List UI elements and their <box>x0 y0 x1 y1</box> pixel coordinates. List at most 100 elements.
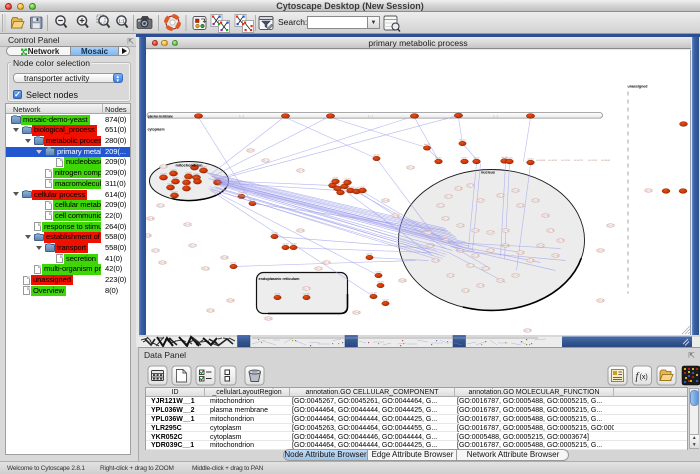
svg-text:lab.45: lab.45 <box>282 243 289 245</box>
svg-text:lab.97: lab.97 <box>334 184 341 186</box>
svg-text:GO.21: GO.21 <box>315 268 322 270</box>
svg-text:GO.4598: GO.4598 <box>536 160 546 162</box>
svg-text:GO.13: GO.13 <box>497 195 504 197</box>
svg-text:lab.91: lab.91 <box>274 293 281 295</box>
svg-text:GO.84: GO.84 <box>227 300 234 302</box>
svg-text:lab.99: lab.99 <box>329 181 336 183</box>
svg-text:lab.90: lab.90 <box>172 177 179 179</box>
svg-text:lab.47: lab.47 <box>424 144 431 146</box>
svg-text:[···]: [···] <box>493 115 497 118</box>
svg-text:GO.81: GO.81 <box>512 190 519 192</box>
svg-text:[···]: [···] <box>368 115 372 118</box>
svg-text:cytoplasm: cytoplasm <box>147 127 165 131</box>
svg-text:lab.55: lab.55 <box>473 157 480 159</box>
svg-text:[···]: [···] <box>239 115 243 118</box>
svg-text:GO.85: GO.85 <box>265 318 272 320</box>
svg-text:GO.78: GO.78 <box>557 240 564 242</box>
svg-text:GO.38: GO.38 <box>146 235 152 237</box>
svg-text:GO.13: GO.13 <box>157 205 164 207</box>
svg-text:lab.95: lab.95 <box>506 157 513 159</box>
svg-text:lab.92: lab.92 <box>341 182 348 184</box>
svg-text:GO.87: GO.87 <box>247 150 254 152</box>
svg-text:unassigned: unassigned <box>627 83 647 88</box>
svg-text:lab.34: lab.34 <box>183 184 190 186</box>
svg-text:GO.10: GO.10 <box>462 290 469 292</box>
svg-text:GO.54: GO.54 <box>472 230 479 232</box>
svg-text:lab.56: lab.56 <box>366 253 373 255</box>
svg-text:GO.43: GO.43 <box>382 200 389 202</box>
svg-text:lab.80: lab.80 <box>160 173 167 175</box>
svg-text:GO.70: GO.70 <box>297 170 304 172</box>
svg-text:lab.39: lab.39 <box>373 154 380 156</box>
svg-text:lab.30: lab.30 <box>435 157 442 159</box>
svg-text:GO.87: GO.87 <box>477 200 484 202</box>
svg-text:lab.18: lab.18 <box>171 191 178 193</box>
svg-text:GO.35: GO.35 <box>517 205 524 207</box>
svg-text:endoplasmic reticulum: endoplasmic reticulum <box>258 275 299 280</box>
svg-text:lab.98: lab.98 <box>303 293 310 295</box>
svg-text:lab.91: lab.91 <box>230 262 237 264</box>
svg-text:GO.43: GO.43 <box>502 230 509 232</box>
svg-text:GO.14: GO.14 <box>323 262 330 264</box>
svg-text:lab.47: lab.47 <box>193 173 200 175</box>
svg-text:lab.68: lab.68 <box>290 243 297 245</box>
svg-text:GO.37: GO.37 <box>487 250 494 252</box>
svg-text:plasma membrane: plasma membrane <box>148 114 173 118</box>
svg-text:lab.78: lab.78 <box>344 178 351 180</box>
svg-text:GO.1916: GO.1916 <box>561 160 571 162</box>
svg-text:GO.11: GO.11 <box>262 160 269 162</box>
svg-text:GO.38: GO.38 <box>527 260 534 262</box>
svg-text:GO.40: GO.40 <box>353 312 360 314</box>
svg-text:GO.21: GO.21 <box>437 205 444 207</box>
svg-text:GO.64: GO.64 <box>297 230 304 232</box>
svg-text:GO.30: GO.30 <box>447 275 454 277</box>
svg-text:GO.39: GO.39 <box>455 188 462 190</box>
svg-text:(x): (x) <box>640 374 648 381</box>
svg-text:GO.22: GO.22 <box>442 218 449 220</box>
svg-text:GO.96: GO.96 <box>221 257 228 259</box>
svg-text:GO.79: GO.79 <box>524 330 531 332</box>
svg-text:GO.37: GO.37 <box>445 196 452 198</box>
svg-text:GO.87: GO.87 <box>487 232 494 234</box>
svg-text:GO.67: GO.67 <box>512 275 519 277</box>
svg-text:GO.27: GO.27 <box>189 245 196 247</box>
svg-text:GO.1525: GO.1525 <box>588 160 598 162</box>
svg-text:GO.99: GO.99 <box>432 260 439 262</box>
svg-text:lab.31: lab.31 <box>332 177 339 179</box>
svg-text:GO.57: GO.57 <box>607 225 614 227</box>
svg-text:GO.64: GO.64 <box>427 245 434 247</box>
svg-text:GO.99: GO.99 <box>542 215 549 217</box>
svg-text:lab.89: lab.89 <box>183 178 190 180</box>
svg-text:GO.23: GO.23 <box>467 265 474 267</box>
svg-text:GO.24: GO.24 <box>160 166 167 168</box>
svg-text:1:1: 1:1 <box>118 18 125 23</box>
svg-text:lab.44: lab.44 <box>382 299 389 301</box>
svg-text:mitochondrion: mitochondrion <box>175 162 203 167</box>
svg-text:GO.90: GO.90 <box>159 262 166 264</box>
svg-text:nucleus: nucleus <box>481 169 496 174</box>
svg-text:lab.20: lab.20 <box>459 139 466 141</box>
svg-text:GO.79: GO.79 <box>303 288 310 290</box>
svg-text:lab.83: lab.83 <box>167 183 174 185</box>
svg-text:GO.4752: GO.4752 <box>574 160 584 162</box>
svg-text:lab.87: lab.87 <box>337 188 344 190</box>
svg-text:GO.6313: GO.6313 <box>548 160 558 162</box>
svg-text:lab.94: lab.94 <box>185 172 192 174</box>
svg-text:GO.45: GO.45 <box>477 285 484 287</box>
svg-text:GO.68: GO.68 <box>552 255 559 257</box>
svg-text:GO.85: GO.85 <box>399 280 406 282</box>
svg-text:GO.58: GO.58 <box>517 252 524 254</box>
svg-text:GO.26: GO.26 <box>597 300 604 302</box>
svg-text:GO.6168: GO.6168 <box>601 160 611 162</box>
svg-text:GO.80: GO.80 <box>392 215 399 217</box>
svg-text:lab.69: lab.69 <box>377 281 384 283</box>
svg-text:GO.21: GO.21 <box>482 268 489 270</box>
svg-text:GO.79: GO.79 <box>547 230 554 232</box>
svg-text:GO.13: GO.13 <box>407 167 414 169</box>
svg-text:GO.15: GO.15 <box>425 232 432 234</box>
svg-text:lab.58: lab.58 <box>370 292 377 294</box>
svg-text:GO.93: GO.93 <box>532 200 539 202</box>
svg-text:GO.87: GO.87 <box>597 250 604 252</box>
svg-text:lab.20: lab.20 <box>170 169 177 171</box>
svg-text:GO.29: GO.29 <box>472 255 479 257</box>
